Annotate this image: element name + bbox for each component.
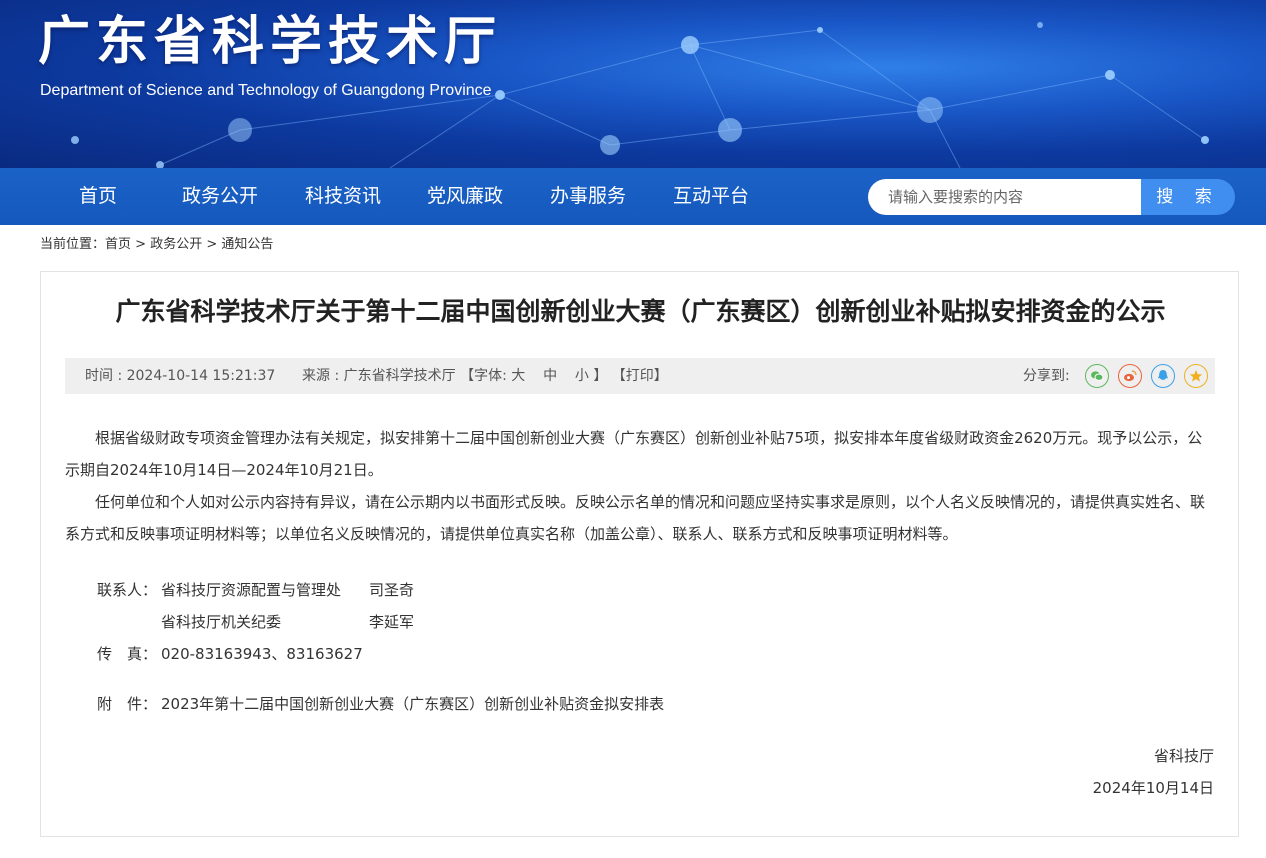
- breadcrumb-notices[interactable]: 通知公告: [221, 237, 273, 252]
- search-button[interactable]: 搜 索: [1141, 179, 1235, 215]
- nav-item-services[interactable]: 办事服务: [550, 168, 626, 225]
- contact-name: 司圣奇: [369, 581, 415, 599]
- breadcrumb-separator: >: [206, 237, 218, 252]
- font-large-button[interactable]: 大: [511, 368, 525, 384]
- nav-item-government-affairs[interactable]: 政务公开: [182, 168, 258, 225]
- publish-time: 时间 : 2024-10-14 15:21:37: [85, 368, 276, 384]
- attachment-label: 附 件：: [97, 695, 158, 713]
- contact-name: 李延军: [369, 613, 415, 631]
- site-subtitle: Department of Science and Technology of …: [40, 82, 492, 99]
- breadcrumb-separator: >: [135, 237, 147, 252]
- contact-dept: 省科技厅机关纪委: [161, 613, 282, 631]
- nav-item-interaction[interactable]: 互动平台: [673, 168, 749, 225]
- print-button[interactable]: 【打印】: [612, 368, 668, 384]
- breadcrumb-prefix: 当前位置：: [40, 237, 106, 252]
- fax-number: 020-83163943、83163627: [161, 645, 363, 663]
- font-size-close: 】: [593, 368, 608, 384]
- contact-label: 联系人：: [97, 581, 158, 599]
- share-label: 分享到:: [1023, 368, 1070, 384]
- header-banner: 广东省科学技术厅 Department of Science and Techn…: [0, 0, 1266, 168]
- wechat-icon[interactable]: [1085, 364, 1109, 388]
- article-body: 根据省级财政专项资金管理办法有关规定，拟安排第十二届中国创新创业大赛（广东赛区）…: [65, 422, 1215, 550]
- font-small-button[interactable]: 小: [575, 368, 589, 384]
- site-title: 广东省科学技术厅: [38, 12, 503, 72]
- breadcrumb: 当前位置：首页 > 政务公开 > 通知公告: [40, 235, 273, 255]
- article-paragraph: 任何单位和个人如对公示内容持有异议，请在公示期内以书面形式反映。反映公示名单的情…: [65, 493, 1206, 543]
- weibo-icon[interactable]: [1118, 364, 1142, 388]
- nav-item-party-integrity[interactable]: 党风廉政: [427, 168, 503, 225]
- nav-item-tech-news[interactable]: 科技资讯: [305, 168, 381, 225]
- breadcrumb-government-affairs[interactable]: 政务公开: [150, 237, 202, 252]
- article-source: 来源 : 广东省科学技术厅: [302, 368, 456, 384]
- contact-dept: 省科技厅资源配置与管理处: [161, 581, 342, 599]
- search-input[interactable]: 请输入要搜索的内容: [868, 179, 1142, 215]
- nav-item-home[interactable]: 首页: [79, 168, 117, 225]
- signature-date: 2024年10月14日: [1092, 779, 1214, 797]
- signature: 省科技厅: [1153, 747, 1214, 765]
- article-paragraph: 根据省级财政专项资金管理办法有关规定，拟安排第十二届中国创新创业大赛（广东赛区）…: [65, 429, 1203, 479]
- font-size-label: 【字体:: [460, 368, 507, 384]
- search-placeholder: 请输入要搜索的内容: [888, 188, 1024, 206]
- attachment-link[interactable]: 2023年第十二届中国创新创业大赛（广东赛区）创新创业补贴资金拟安排表: [161, 695, 664, 713]
- qzone-icon[interactable]: [1184, 364, 1208, 388]
- article-title: 广东省科学技术厅关于第十二届中国创新创业大赛（广东赛区）创新创业补贴拟安排资金的…: [115, 297, 1166, 326]
- fax-label: 传 真：: [97, 645, 158, 663]
- qq-icon[interactable]: [1151, 364, 1175, 388]
- article-panel: 广东省科学技术厅关于第十二届中国创新创业大赛（广东赛区）创新创业补贴拟安排资金的…: [40, 271, 1239, 837]
- article-meta-bar: 时间 : 2024-10-14 15:21:37 来源 : 广东省科学技术厅 【…: [65, 358, 1215, 394]
- breadcrumb-home[interactable]: 首页: [105, 237, 131, 252]
- font-medium-button[interactable]: 中: [543, 368, 557, 384]
- attachment-row: 附 件： 2023年第十二届中国创新创业大赛（广东赛区）创新创业补贴资金拟安排表: [97, 688, 664, 720]
